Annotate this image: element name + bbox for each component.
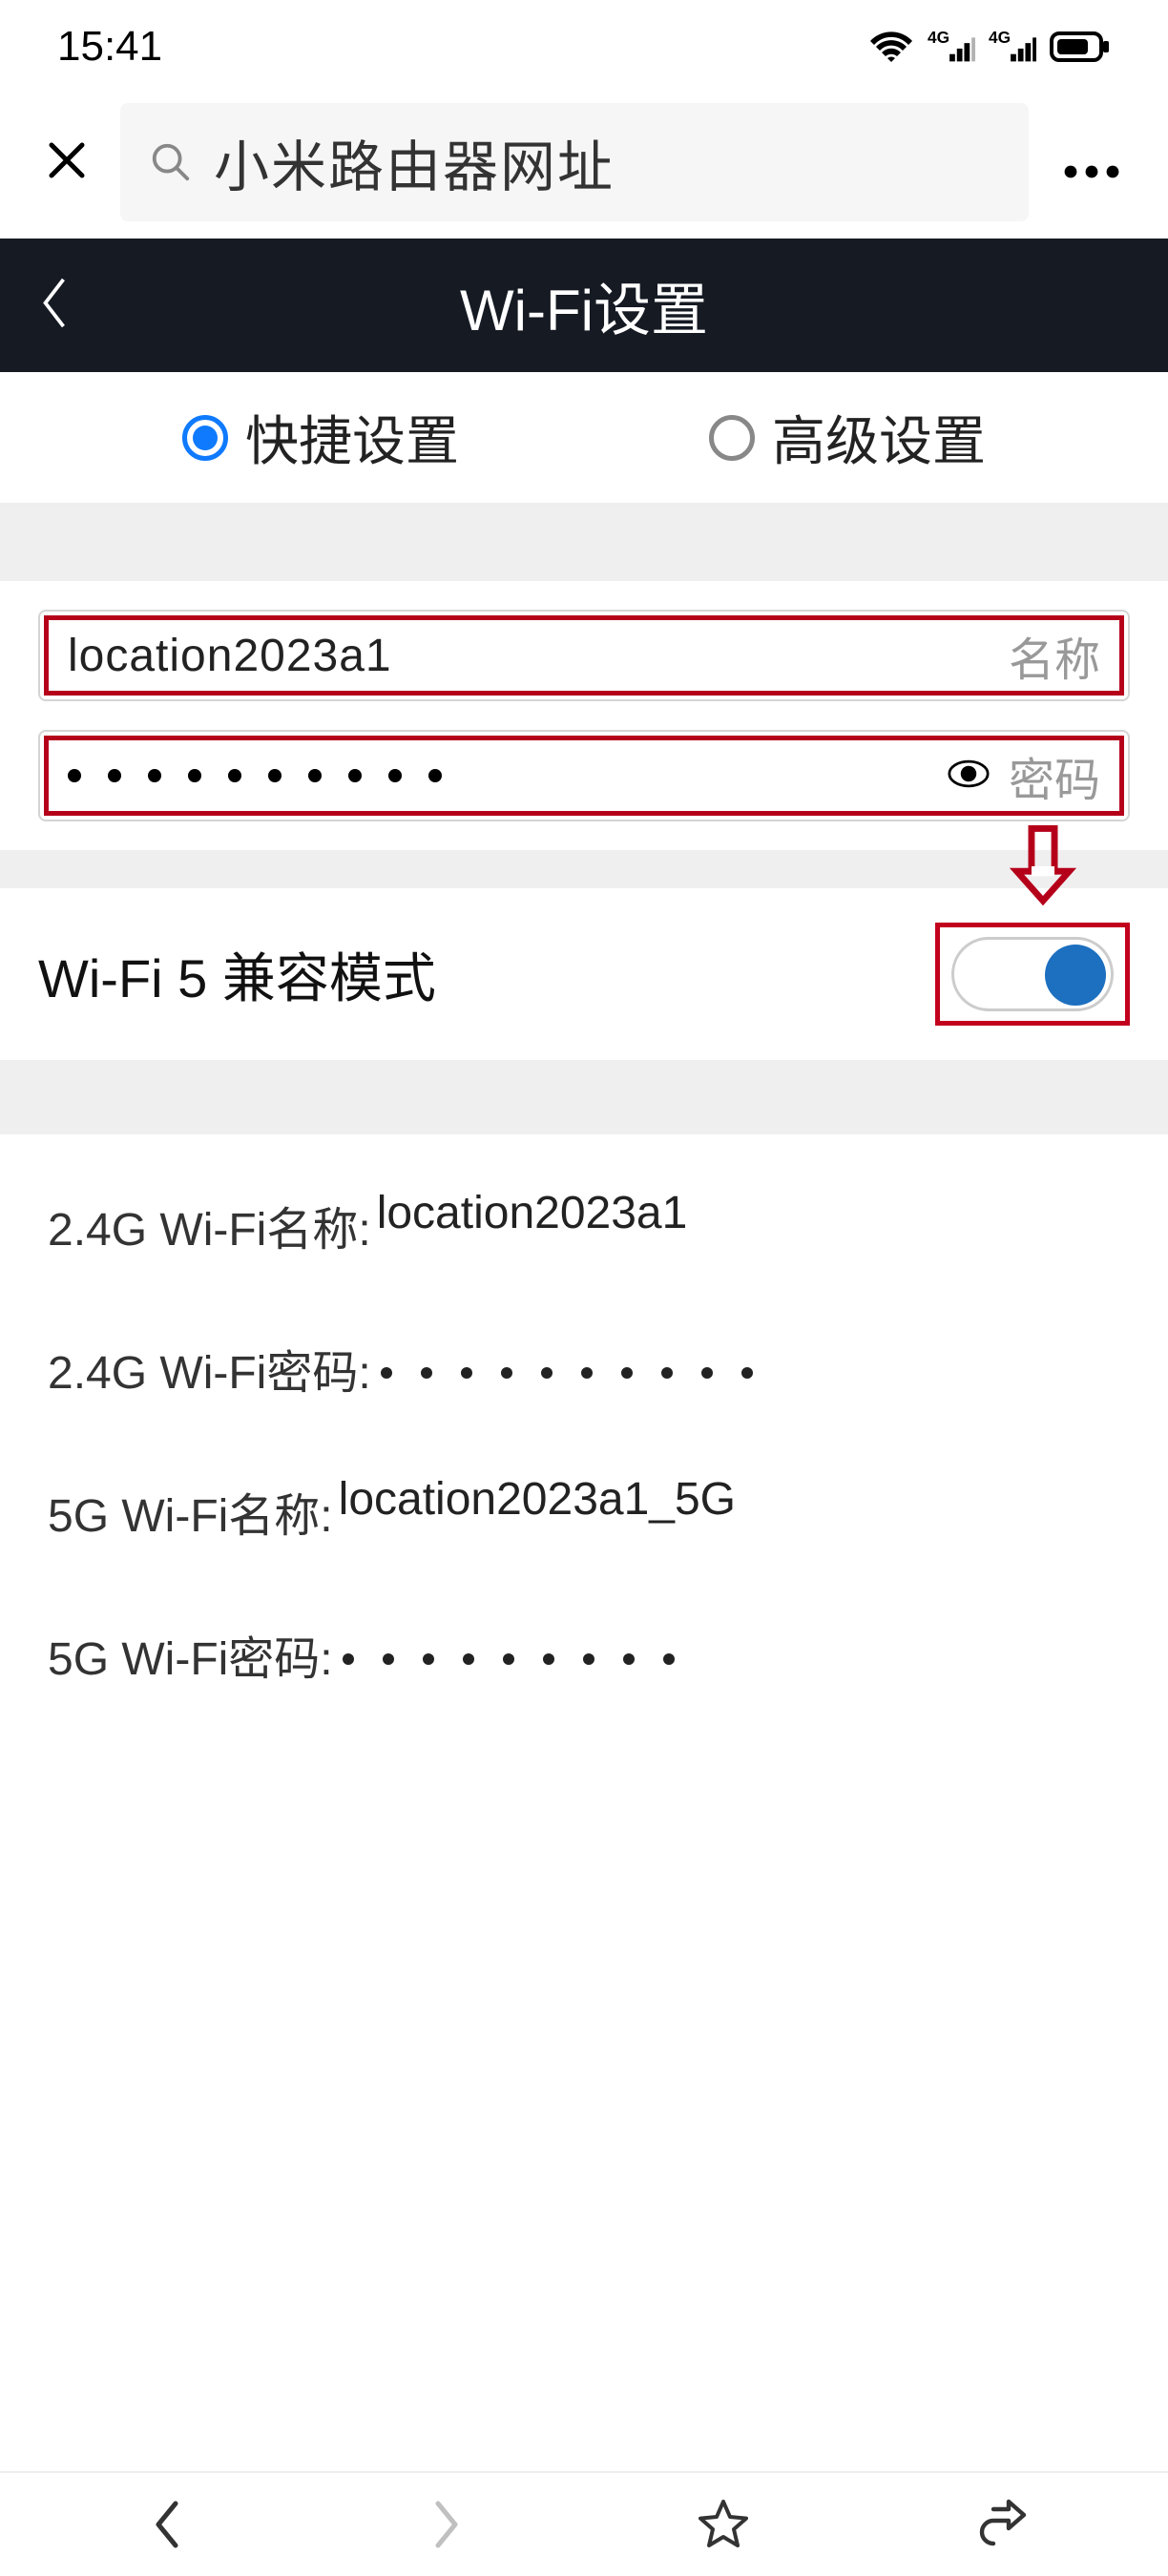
battery-icon xyxy=(1050,31,1111,63)
detail-label: 2.4G Wi-Fi密码: xyxy=(48,1335,371,1402)
nav-share-button[interactable] xyxy=(968,2491,1034,2558)
wifi-name-value: location2023a1 xyxy=(68,630,1009,682)
svg-text:4G: 4G xyxy=(928,28,949,47)
tab-quick-settings[interactable]: 快捷设置 xyxy=(182,399,459,476)
detail-24g-name: 2.4G Wi-Fi名称: location2023a1 xyxy=(48,1192,1120,1258)
search-box[interactable]: 小米路由器网址 xyxy=(120,103,1029,221)
nav-favorite-button[interactable] xyxy=(690,2491,757,2558)
tab-advanced-label: 高级设置 xyxy=(772,399,986,476)
signal-4g-1-icon: 4G xyxy=(928,28,975,66)
detail-label: 5G Wi-Fi密码: xyxy=(48,1621,333,1688)
nav-back-button[interactable] xyxy=(135,2491,201,2558)
detail-5g-name: 5G Wi-Fi名称: location2023a1_5G xyxy=(48,1478,1120,1545)
browser-header: 小米路由器网址 xyxy=(0,93,1168,239)
wifi-name-input[interactable]: location2023a1 名称 xyxy=(44,615,1124,696)
tab-advanced-settings[interactable]: 高级设置 xyxy=(709,399,986,476)
arrow-annotation-icon xyxy=(1010,825,1076,912)
settings-tabs: 快捷设置 高级设置 xyxy=(0,372,1168,507)
more-menu-button[interactable] xyxy=(1053,132,1130,194)
detail-5g-password: 5G Wi-Fi密码: xyxy=(48,1621,1120,1688)
page-title: Wi-Fi设置 xyxy=(38,264,1130,347)
divider xyxy=(0,1060,1168,1134)
svg-text:4G: 4G xyxy=(989,28,1011,47)
toggle-knob xyxy=(1045,945,1106,1006)
wifi-name-input-wrap: location2023a1 名称 xyxy=(38,610,1130,701)
app-header: Wi-Fi设置 xyxy=(0,239,1168,372)
browser-bottom-nav xyxy=(0,2471,1168,2576)
detail-password-dots xyxy=(343,1653,675,1665)
wifi5-section: Wi-Fi 5 兼容模式 xyxy=(0,888,1168,1060)
wifi-form: location2023a1 名称 密码 xyxy=(0,581,1168,850)
eye-icon[interactable] xyxy=(948,759,990,793)
wifi-password-input[interactable]: 密码 xyxy=(44,736,1124,816)
wifi-password-input-wrap: 密码 xyxy=(38,730,1130,821)
divider xyxy=(0,507,1168,581)
radio-unselected-icon xyxy=(709,415,755,461)
detail-label: 2.4G Wi-Fi名称: xyxy=(48,1192,371,1258)
detail-value: location2023a1_5G xyxy=(339,1473,736,1526)
wifi-icon xyxy=(868,28,914,66)
wifi5-label: Wi-Fi 5 兼容模式 xyxy=(38,936,436,1013)
tab-quick-label: 快捷设置 xyxy=(245,399,459,476)
detail-label: 5G Wi-Fi名称: xyxy=(48,1478,333,1545)
detail-value: location2023a1 xyxy=(377,1187,688,1239)
divider xyxy=(0,850,1168,888)
search-text: 小米路由器网址 xyxy=(214,122,615,202)
radio-selected-icon xyxy=(182,415,228,461)
signal-4g-2-icon: 4G xyxy=(989,28,1036,66)
status-time: 15:41 xyxy=(57,23,162,71)
wifi-details: 2.4G Wi-Fi名称: location2023a1 2.4G Wi-Fi密… xyxy=(0,1134,1168,1688)
status-icons: 4G 4G xyxy=(868,28,1111,66)
wifi5-toggle[interactable] xyxy=(951,937,1114,1011)
close-button[interactable] xyxy=(38,127,95,197)
search-icon xyxy=(147,138,195,186)
wifi-password-value xyxy=(68,769,940,782)
detail-password-dots xyxy=(381,1367,753,1379)
back-button[interactable] xyxy=(38,276,71,336)
wifi-name-label: 名称 xyxy=(1009,622,1100,689)
detail-24g-password: 2.4G Wi-Fi密码: xyxy=(48,1335,1120,1402)
wifi-password-label: 密码 xyxy=(1009,742,1100,809)
status-bar: 15:41 4G 4G xyxy=(0,0,1168,93)
wifi5-toggle-highlight xyxy=(935,923,1130,1026)
nav-forward-button[interactable] xyxy=(412,2491,479,2558)
wifi5-compat-row: Wi-Fi 5 兼容模式 xyxy=(0,888,1168,1060)
